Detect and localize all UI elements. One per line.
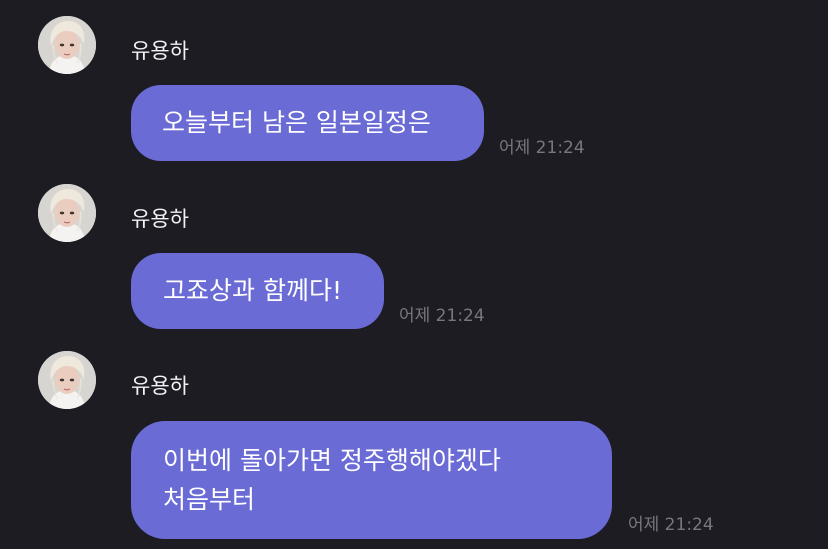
- avatar[interactable]: [38, 351, 96, 409]
- sender-name: 유용하: [131, 39, 189, 63]
- message-bubble[interactable]: 이번에 돌아가면 정주행해야겠다 처음부터: [131, 421, 612, 539]
- message-time: 어제 21:24: [499, 138, 585, 158]
- message-time: 어제 21:24: [628, 515, 714, 535]
- avatar[interactable]: [38, 16, 96, 74]
- message-bubble[interactable]: 오늘부터 남은 일본일정은: [131, 85, 484, 161]
- profile-photo-icon: [38, 184, 96, 242]
- sender-name: 유용하: [131, 207, 189, 231]
- profile-photo-icon: [38, 351, 96, 409]
- chat-thread: 유용하 오늘부터 남은 일본일정은 어제 21:24 유용하 고죠상과 함께다!…: [0, 0, 828, 549]
- message-time: 어제 21:24: [399, 306, 485, 326]
- sender-name: 유용하: [131, 374, 189, 398]
- profile-photo-icon: [38, 16, 96, 74]
- message-bubble[interactable]: 고죠상과 함께다!: [131, 253, 384, 329]
- avatar[interactable]: [38, 184, 96, 242]
